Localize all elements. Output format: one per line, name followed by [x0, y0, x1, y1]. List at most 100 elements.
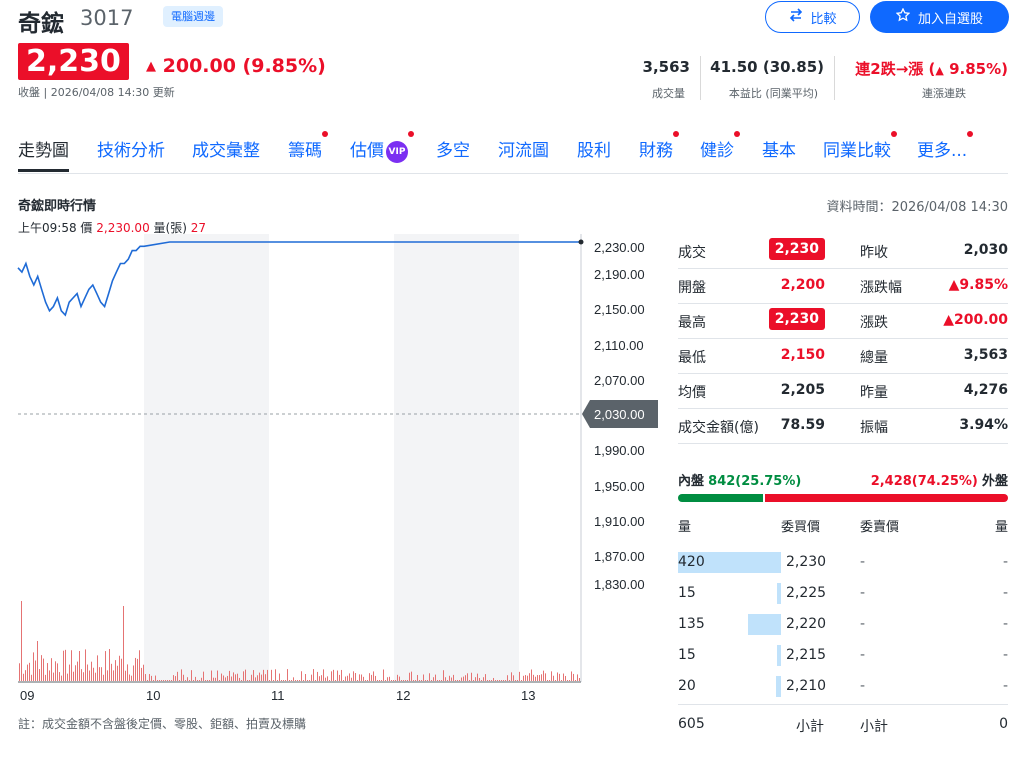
- volume-bar: [91, 661, 92, 681]
- volume-bar: [519, 671, 520, 681]
- volume-bar: [67, 673, 68, 681]
- tab-valuation[interactable]: 估價 VIP: [350, 131, 414, 172]
- volume-bar: [189, 680, 190, 681]
- volume-bar: [59, 672, 60, 681]
- volume-bar: [253, 670, 254, 681]
- volume-bar: [401, 680, 402, 681]
- inner-bar: [678, 494, 763, 502]
- volume-bar: [137, 658, 138, 681]
- bid-volume: 420: [678, 554, 705, 570]
- volume-bar: [123, 606, 124, 681]
- volume-bar: [477, 673, 478, 681]
- volume-bar: [97, 655, 98, 681]
- tab-long-short[interactable]: 多空: [436, 134, 470, 172]
- x-tick-label: 10: [146, 688, 160, 703]
- volume-bar: [475, 677, 476, 681]
- tab-dividend[interactable]: 股利: [577, 134, 611, 172]
- tab-health[interactable]: 健診: [700, 131, 740, 172]
- volume-bar: [307, 680, 308, 681]
- tab-more[interactable]: 更多...: [917, 131, 974, 172]
- volume-bar: [257, 675, 258, 681]
- volume-bar: [539, 675, 540, 681]
- tab-river-chart[interactable]: 河流圖: [498, 134, 549, 172]
- bid-volume: 15: [678, 647, 696, 663]
- volume-bar: [159, 680, 160, 681]
- quote-label: 開盤: [678, 280, 706, 296]
- category-tag[interactable]: 電腦週邊: [163, 6, 223, 27]
- volume-bar: [393, 680, 394, 681]
- inner-outer-bar: [678, 494, 1008, 502]
- volume-bar: [101, 667, 102, 681]
- volume-bar: [151, 675, 152, 681]
- tab-summary[interactable]: 成交彙整: [192, 134, 260, 172]
- volume-bar: [173, 675, 174, 681]
- volume-bar: [169, 680, 170, 681]
- tab-financials[interactable]: 財務: [639, 131, 679, 172]
- volume-bar: [567, 680, 568, 681]
- volume-bar: [315, 680, 316, 681]
- compare-button[interactable]: 比較: [765, 1, 860, 33]
- volume-bar: [419, 680, 420, 681]
- volume-bar: [199, 680, 200, 681]
- volume-bar: [431, 680, 432, 681]
- volume-bar: [239, 677, 240, 681]
- volume-bar: [521, 680, 522, 681]
- volume-bar: [553, 675, 554, 681]
- volume-bar: [415, 680, 416, 681]
- quote-row: 開盤 2,200 漲跌幅 ▲9.85%: [678, 269, 1008, 304]
- y-tick-label: 2,110.00: [594, 338, 644, 353]
- volume-bar: [509, 680, 510, 681]
- volume-bar: [263, 669, 264, 681]
- quote-label: 漲跌幅: [860, 280, 902, 296]
- volume-bar: [345, 676, 346, 681]
- tab-trend[interactable]: 走勢圖: [18, 134, 69, 172]
- volume-bar: [105, 651, 106, 681]
- tab-basic[interactable]: 基本: [762, 134, 796, 172]
- y-tick-label: 1,870.00: [594, 549, 645, 564]
- volume-bar: [207, 680, 208, 681]
- ask-price: -: [860, 678, 866, 694]
- tab-peer-compare[interactable]: 同業比較: [823, 131, 897, 172]
- volume-bar: [285, 680, 286, 681]
- orderbook-row: 420 2,230 - -: [678, 549, 1008, 580]
- bid-price: 2,215: [786, 647, 827, 663]
- volume-bar: [79, 651, 80, 681]
- volume-bar: [29, 662, 30, 681]
- volume-bar: [149, 674, 150, 681]
- volume-bar: [311, 674, 312, 681]
- volume-bar: [117, 665, 118, 681]
- tab-technical[interactable]: 技術分析: [97, 134, 165, 172]
- volume-bar: [107, 670, 108, 681]
- quote-label: 漲跌: [860, 315, 888, 331]
- volume-bar: [73, 671, 74, 681]
- volume-bar: [89, 670, 90, 681]
- intraday-chart[interactable]: 2,230.00 2,190.00 2,150.00 2,110.00 2,070.00…: [0, 234, 670, 709]
- volume-bar: [39, 669, 40, 681]
- tab-chips[interactable]: 籌碼: [288, 131, 328, 172]
- volume-bar: [261, 674, 262, 681]
- quote-row: 均價 2,205 昨量 4,276: [678, 374, 1008, 409]
- volume-bar: [119, 655, 120, 681]
- volume-bar: [247, 680, 248, 681]
- volume-bar: [111, 663, 112, 681]
- x-tick-label: 11: [271, 688, 285, 703]
- volume-bar: [547, 680, 548, 681]
- bid-volume-bar: [777, 645, 781, 666]
- volume-bar: [369, 673, 370, 681]
- volume-bar: [291, 680, 292, 681]
- bid-volume-bar: [777, 583, 781, 604]
- inner-outer-row: 內盤 842(25.75%) 2,428(74.25%) 外盤: [678, 470, 1008, 492]
- volume-bar: [441, 680, 442, 681]
- volume-bar: [451, 677, 452, 681]
- volume-bar: [121, 658, 122, 681]
- volume-bar: [217, 670, 218, 681]
- volume-bar: [321, 675, 322, 681]
- volume-bar: [351, 677, 352, 681]
- volume-bar: [571, 671, 572, 681]
- volume-bar: [211, 670, 212, 681]
- volume-bar: [161, 680, 162, 681]
- volume-bar: [47, 663, 48, 681]
- bid-volume: 20: [678, 678, 696, 694]
- volume-bar: [157, 680, 158, 681]
- add-watchlist-button[interactable]: 加入自選股: [870, 1, 1009, 33]
